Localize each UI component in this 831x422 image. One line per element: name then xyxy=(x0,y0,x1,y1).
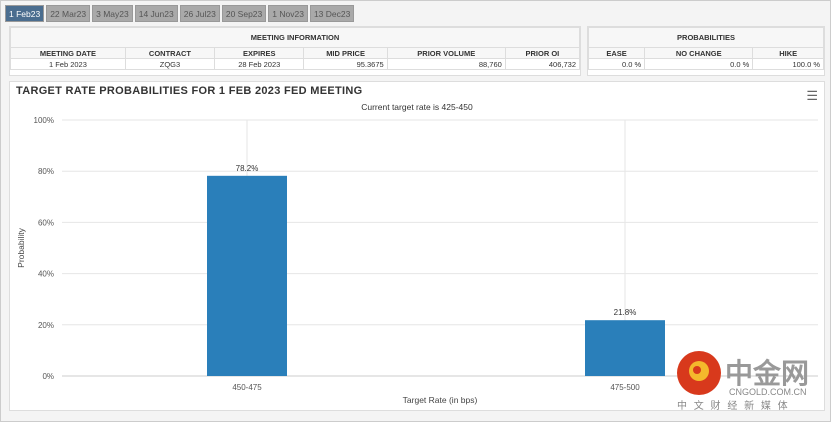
column-header: PRIOR VOLUME xyxy=(386,47,506,59)
column-header: MEETING DATE xyxy=(10,47,126,59)
probabilities-title: PROBABILITIES xyxy=(588,27,824,48)
tab-22-mar23[interactable]: 22 Mar23 xyxy=(46,5,91,22)
probabilities-panel: PROBABILITIES EASE NO CHANGE HIKE 0.0 % 0.0 … xyxy=(587,26,825,76)
y-tick-label: 100% xyxy=(34,116,54,125)
svg-text:中 文 财 经 新 媒 体: 中 文 财 经 新 媒 体 xyxy=(677,399,790,412)
data-label: 78.2% xyxy=(236,164,259,173)
svg-text:中金网: 中金网 xyxy=(725,357,809,389)
meeting-tabs: 1 Feb23 22 Mar23 3 May23 14 Jun23 26 Jul23 20… xyxy=(5,5,355,22)
tab-1-feb23[interactable]: 1 Feb23 xyxy=(5,5,45,22)
chart-title: TARGET RATE PROBABILITIES FOR 1 FEB 2023… xyxy=(16,85,363,97)
meeting-info-panel: MEETING INFORMATION MEETING DATE CONTRACT… xyxy=(9,26,581,76)
y-axis-label: Probability xyxy=(16,227,26,267)
tab-1-nov23[interactable]: 1 Nov23 xyxy=(268,5,308,22)
cngold-watermark-logo: 中金网 CNGOLD.COM.CN 中 文 财 经 新 媒 体 xyxy=(673,351,823,413)
svg-text:CNGOLD.COM.CN: CNGOLD.COM.CN xyxy=(729,387,807,397)
menu-icon[interactable]: ☰ xyxy=(806,88,818,104)
table-cell: ZQG3 xyxy=(124,58,216,70)
table-cell: 95.3675 xyxy=(303,58,388,70)
y-tick-label: 20% xyxy=(38,321,54,330)
tab-26-jul23[interactable]: 26 Jul23 xyxy=(179,5,220,22)
chart-subtitle: Current target rate is 425-450 xyxy=(361,102,473,112)
y-tick-label: 80% xyxy=(38,167,54,176)
meeting-info-title: MEETING INFORMATION xyxy=(10,27,580,48)
column-header: EASE xyxy=(587,47,646,59)
tab-13-dec23[interactable]: 13 Dec23 xyxy=(309,5,355,22)
column-header: PRIOR OI xyxy=(504,47,581,59)
y-tick-label: 40% xyxy=(38,270,54,279)
column-header: HIKE xyxy=(752,47,824,59)
table-cell: 0.0 % xyxy=(644,58,754,70)
table-cell: 406,732 xyxy=(504,58,581,70)
column-header: NO CHANGE xyxy=(644,47,754,59)
y-tick-label: 60% xyxy=(38,218,54,227)
tab-14-jun23[interactable]: 14 Jun23 xyxy=(134,5,178,22)
table-cell: 0.0 % xyxy=(587,58,646,70)
x-tick-label: 475-500 xyxy=(610,383,640,392)
table-cell: 100.0 % xyxy=(752,58,824,70)
tab-20-sep23[interactable]: 20 Sep23 xyxy=(221,5,267,22)
table-cell: 88,760 xyxy=(386,58,506,70)
column-header: MID PRICE xyxy=(303,47,388,59)
x-axis-label: Target Rate (in bps) xyxy=(403,395,478,405)
column-header: EXPIRES xyxy=(214,47,305,59)
tab-3-may23[interactable]: 3 May23 xyxy=(92,5,133,22)
bar xyxy=(585,320,665,376)
table-cell: 1 Feb 2023 xyxy=(10,58,126,70)
y-tick-label: 0% xyxy=(42,372,54,381)
table-cell: 28 Feb 2023 xyxy=(214,58,305,70)
bar xyxy=(207,175,287,376)
x-tick-label: 450-475 xyxy=(232,383,262,392)
data-label: 21.8% xyxy=(614,308,637,317)
column-header: CONTRACT xyxy=(124,47,216,59)
